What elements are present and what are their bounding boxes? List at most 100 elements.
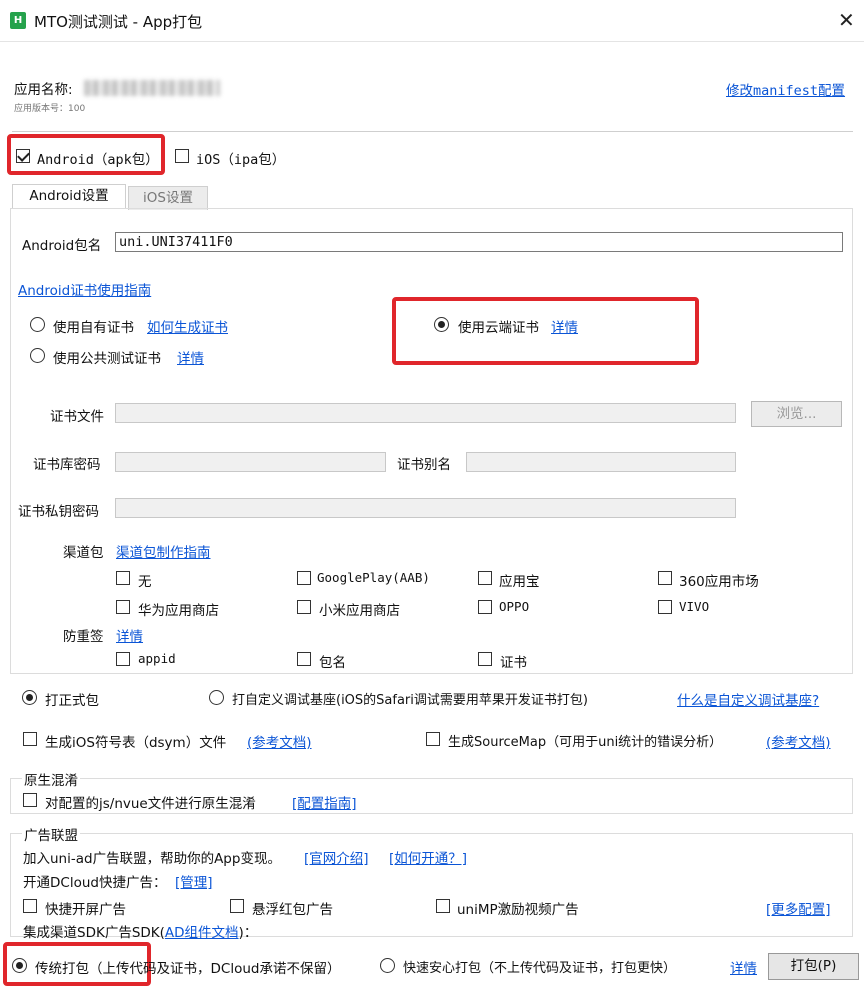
ads-sdk-row: 集成渠道SDK广告SDK(AD组件文档)：	[23, 921, 257, 941]
anti-tamper-label-package: 包名	[319, 655, 346, 671]
channel-label-vivo: VIVO	[679, 599, 710, 614]
channel-guide-link[interactable]: 渠道包制作指南	[116, 541, 211, 561]
traditional-pack-radio[interactable]	[12, 958, 27, 973]
channel-label-googleplay: GooglePlay(AAB)	[317, 570, 430, 585]
fast-pack-radio[interactable]	[380, 958, 395, 973]
sourcemap-label: 生成SourceMap（可用于uni统计的错误分析）	[448, 735, 723, 750]
anti-tamper-checkbox-cert[interactable]	[478, 652, 492, 666]
ios-checkbox-label: iOS（ipa包）	[196, 152, 286, 168]
reward-video-ad-checkbox[interactable]	[436, 899, 450, 913]
ads-how-open-link[interactable]: [如何开通？]	[389, 847, 467, 867]
release-build-label: 打正式包	[45, 693, 99, 709]
channel-label: 渠道包	[63, 545, 104, 561]
floating-ad-checkbox[interactable]	[230, 899, 244, 913]
package-name-label: Android包名	[22, 238, 102, 254]
cloud-cert-radio[interactable]	[434, 317, 449, 332]
channel-checkbox-360[interactable]	[658, 571, 672, 585]
cert-alias-input[interactable]	[466, 452, 736, 472]
ads-intro-text: 加入uni-ad广告联盟，帮助你的App变现。	[23, 851, 281, 867]
android-settings-panel	[10, 208, 853, 674]
anti-tamper-checkbox-package[interactable]	[297, 652, 311, 666]
channel-checkbox-none[interactable]	[116, 571, 130, 585]
keystore-password-input[interactable]	[115, 452, 386, 472]
ads-more-config-link[interactable]: [更多配置]	[766, 898, 831, 918]
reward-video-ad-label: uniMP激励视频广告	[457, 902, 579, 918]
fast-pack-label: 快速安心打包（不上传代码及证书，打包更快）	[403, 961, 677, 976]
ads-sdk-label: 集成渠道SDK广告SDK(	[23, 925, 165, 941]
pack-button[interactable]: 打包(P)	[768, 953, 859, 980]
anti-tamper-checkbox-appid[interactable]	[116, 652, 130, 666]
channel-label-yingyongbao: 应用宝	[499, 574, 540, 590]
release-build-radio[interactable]	[22, 690, 37, 705]
quick-ads-manage-link[interactable]: [管理]	[175, 871, 213, 891]
cert-file-label: 证书文件	[50, 409, 104, 425]
how-generate-cert-link[interactable]: 如何生成证书	[147, 316, 228, 336]
cert-alias-label: 证书别名	[397, 457, 451, 473]
cloud-cert-label: 使用云端证书	[458, 320, 539, 336]
channel-label-360: 360应用市场	[679, 574, 759, 590]
tab-android-settings[interactable]: Android设置	[12, 184, 126, 209]
channel-label-oppo: OPPO	[499, 599, 530, 614]
ads-official-link[interactable]: [官网介绍]	[304, 847, 369, 867]
anti-tamper-label-appid: appid	[138, 651, 176, 666]
private-key-password-input[interactable]	[115, 498, 736, 518]
obfuscation-guide-link[interactable]: [配置指南]	[292, 792, 357, 812]
cert-guide-link[interactable]: Android证书使用指南	[18, 279, 151, 299]
fast-pack-details-link[interactable]: 详情	[730, 957, 757, 977]
custom-base-radio[interactable]	[209, 690, 224, 705]
own-cert-label: 使用自有证书	[53, 320, 134, 336]
ios-dsym-docs-link[interactable]: (参考文档)	[247, 731, 312, 751]
close-icon[interactable]: ✕	[838, 8, 855, 32]
tab-ios-settings[interactable]: iOS设置	[128, 186, 208, 210]
obfuscation-title: 原生混淆	[22, 769, 80, 789]
anti-tamper-label: 防重签	[63, 629, 104, 645]
title-bar: H MTO测试测试 - App打包 ✕	[0, 0, 864, 42]
channel-checkbox-vivo[interactable]	[658, 600, 672, 614]
ads-title: 广告联盟	[22, 824, 80, 844]
anti-tamper-details-link[interactable]: 详情	[116, 625, 143, 645]
quick-ads-label: 开通DCloud快捷广告：	[23, 875, 167, 891]
channel-label-xiaomi: 小米应用商店	[319, 603, 400, 619]
app-version-label: 应用版本号：100	[14, 104, 86, 114]
ads-sdk-label-suffix: )：	[238, 925, 258, 941]
private-key-password-label: 证书私钥密码	[18, 504, 99, 520]
android-checkbox-label: Android（apk包）	[37, 152, 159, 168]
sourcemap-checkbox[interactable]	[426, 732, 440, 746]
divider	[12, 131, 853, 132]
package-name-input[interactable]: uni.UNI37411F0	[115, 232, 843, 252]
public-cert-details-link[interactable]: 详情	[177, 347, 204, 367]
window-title: MTO测试测试 - App打包	[34, 13, 203, 31]
traditional-pack-label: 传统打包（上传代码及证书，DCloud承诺不保留）	[35, 961, 341, 977]
channel-checkbox-oppo[interactable]	[478, 600, 492, 614]
channel-checkbox-yingyongbao[interactable]	[478, 571, 492, 585]
custom-base-label: 打自定义调试基座(iOS的Safari调试需要用苹果开发证书打包)	[232, 693, 588, 708]
channel-label-none: 无	[138, 574, 152, 590]
splash-ad-label: 快捷开屏广告	[45, 902, 126, 918]
app-name-value-redacted	[84, 80, 220, 96]
public-cert-radio[interactable]	[30, 348, 45, 363]
channel-checkbox-googleplay[interactable]	[297, 571, 311, 585]
obfuscation-label: 对配置的js/nvue文件进行原生混淆	[45, 796, 256, 812]
public-cert-label: 使用公共测试证书	[53, 351, 161, 367]
edit-manifest-link[interactable]: 修改manifest配置	[726, 79, 845, 99]
browse-button[interactable]: 浏览...	[751, 401, 842, 427]
cloud-cert-details-link[interactable]: 详情	[551, 316, 578, 336]
what-is-custom-base-link[interactable]: 什么是自定义调试基座?	[677, 689, 819, 709]
splash-ad-checkbox[interactable]	[23, 899, 37, 913]
cert-file-input[interactable]	[115, 403, 736, 423]
sourcemap-docs-link[interactable]: (参考文档)	[766, 731, 831, 751]
hbuilder-logo-icon: H	[10, 12, 26, 29]
own-cert-radio[interactable]	[30, 317, 45, 332]
channel-checkbox-xiaomi[interactable]	[297, 600, 311, 614]
ads-sdk-docs-link[interactable]: AD组件文档	[165, 925, 239, 941]
android-checkbox[interactable]	[16, 149, 30, 163]
obfuscation-checkbox[interactable]	[23, 793, 37, 807]
floating-ad-label: 悬浮红包广告	[252, 902, 333, 918]
ios-dsym-checkbox[interactable]	[23, 732, 37, 746]
ios-dsym-label: 生成iOS符号表（dsym）文件	[45, 735, 227, 751]
keystore-password-label: 证书库密码	[33, 457, 101, 473]
ios-checkbox[interactable]	[175, 149, 189, 163]
channel-checkbox-huawei[interactable]	[116, 600, 130, 614]
app-name-label: 应用名称:	[14, 82, 73, 98]
channel-label-huawei: 华为应用商店	[138, 603, 219, 619]
